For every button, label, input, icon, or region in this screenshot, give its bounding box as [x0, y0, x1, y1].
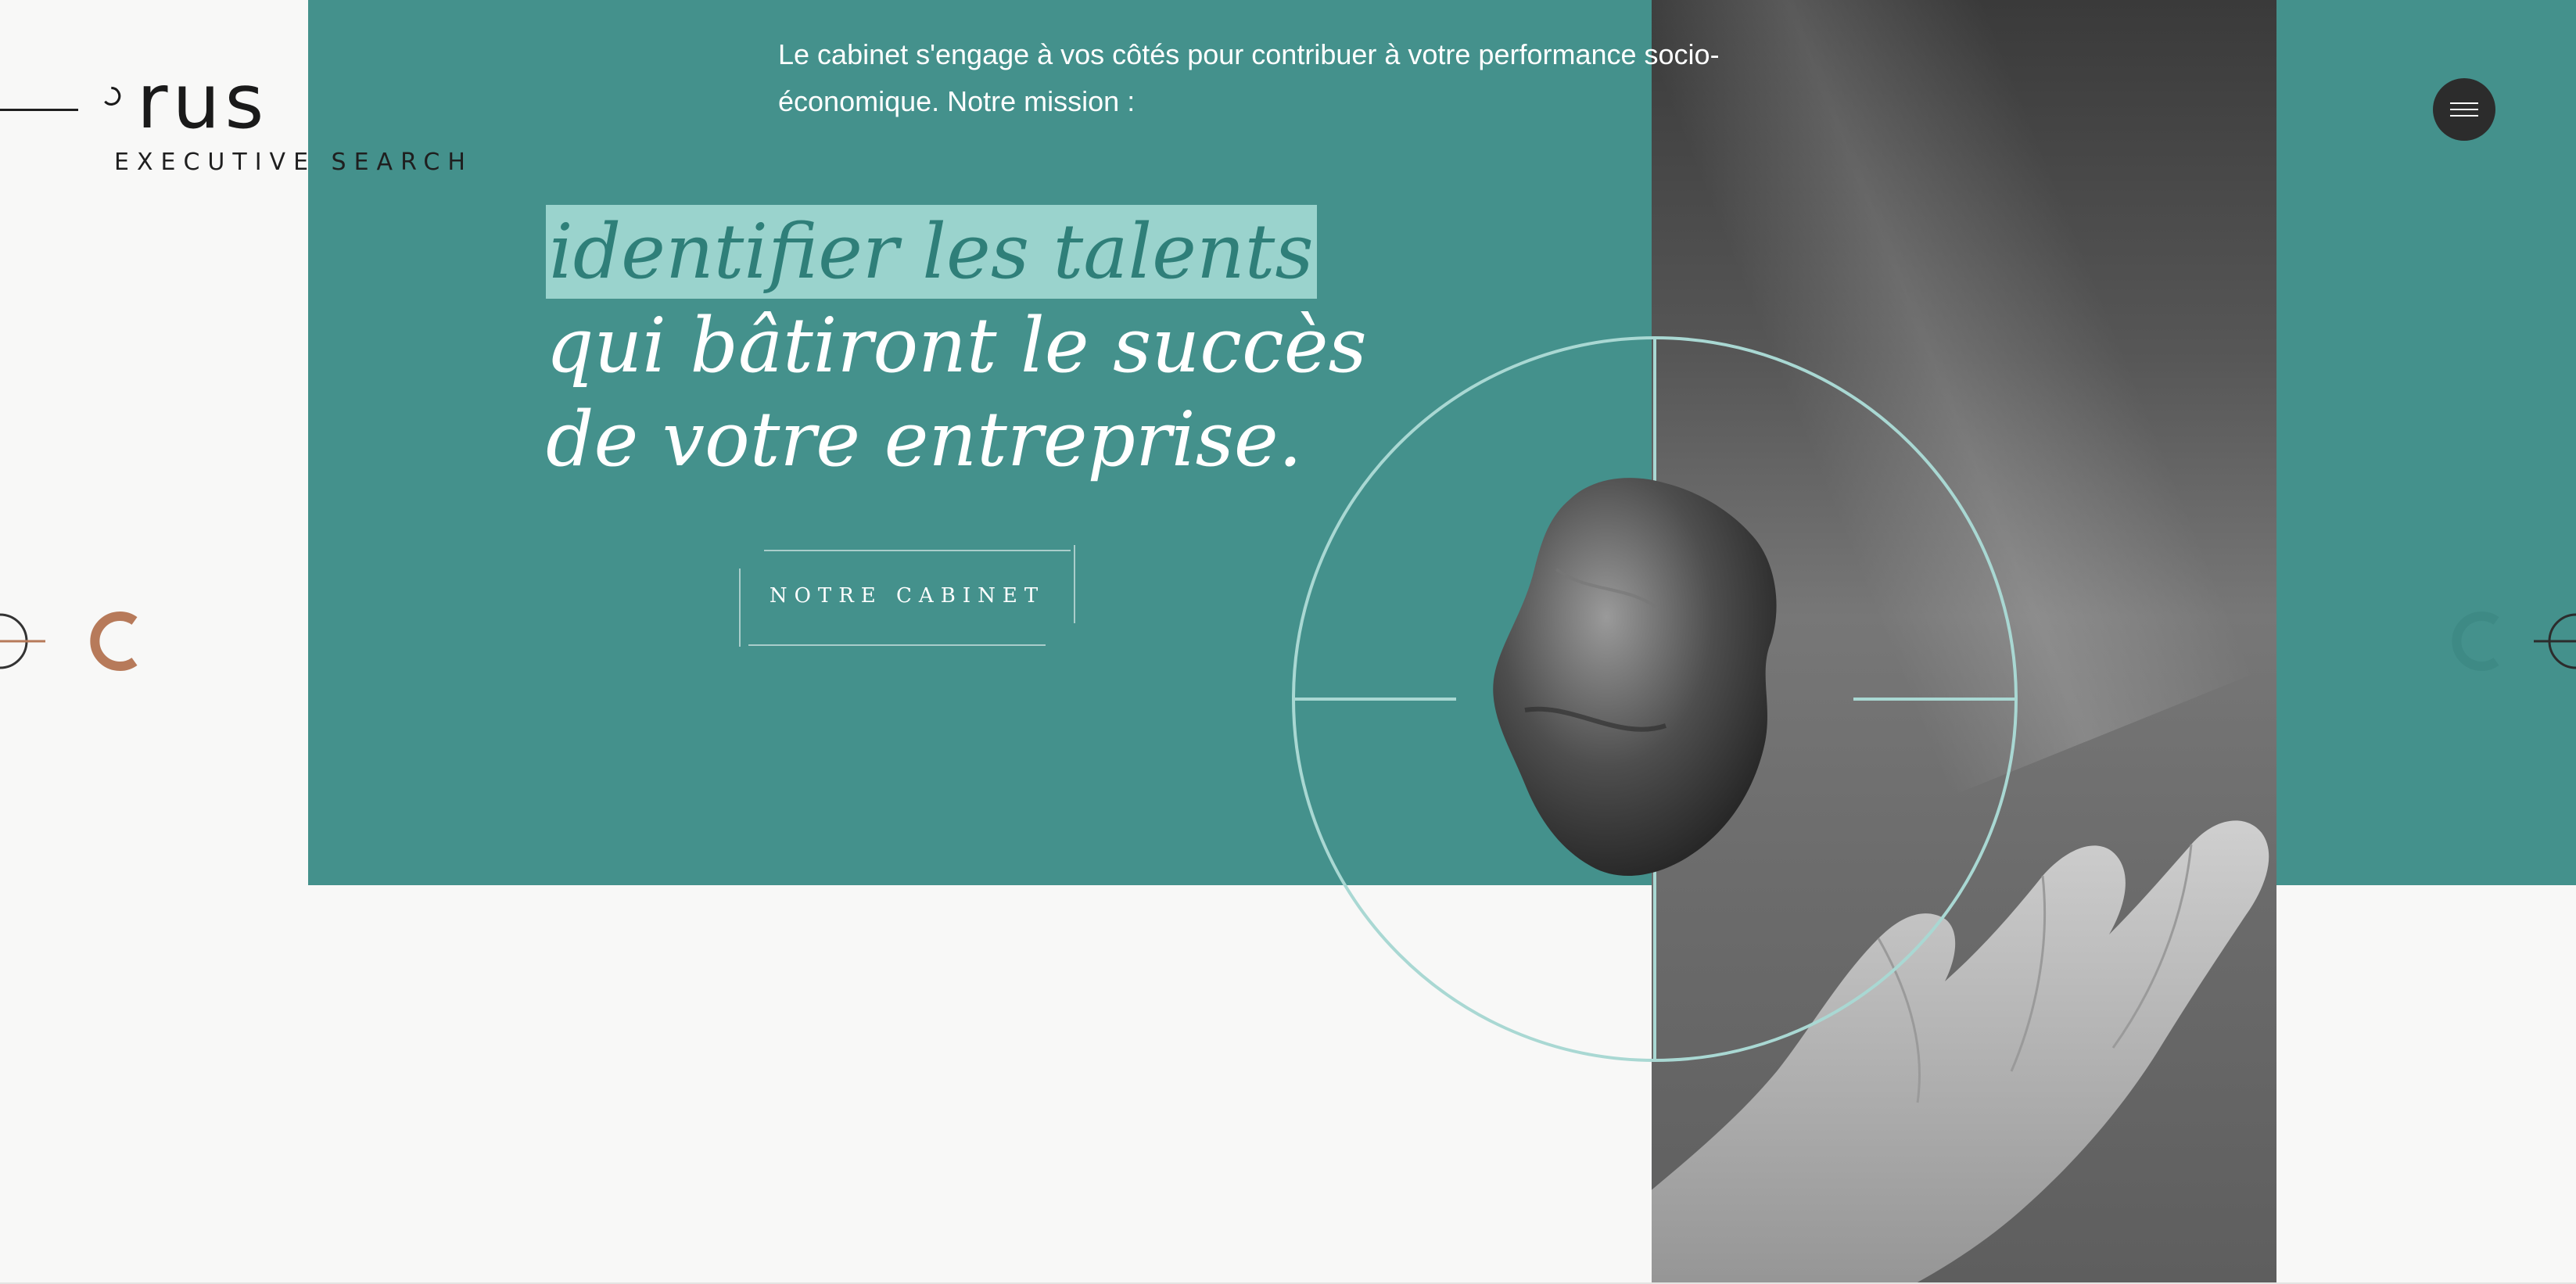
logo-rule: [0, 109, 78, 111]
logo-tagline: EXECUTIVE SEARCH: [114, 149, 473, 176]
prev-arrow-icon: [0, 612, 138, 671]
page: rus EXECUTIVE SEARCH Le cabinet s'engage…: [0, 0, 2576, 1284]
next-arrow-icon: [2452, 612, 2576, 671]
intro-paragraph: Le cabinet s'engage à vos côtés pour con…: [778, 38, 1720, 117]
notre-cabinet-button[interactable]: NOTRE CABINET: [739, 545, 1075, 647]
headline-line-3: de votre entreprise.: [546, 396, 1303, 483]
prev-slide-button[interactable]: [0, 594, 156, 688]
cta-label: NOTRE CABINET: [769, 584, 1046, 608]
menu-button[interactable]: [2433, 78, 2495, 141]
target-circle-graphic: [1292, 336, 2018, 1062]
hero-headline: identifier les talents qui bâtiront le s…: [546, 205, 1367, 486]
next-slide-button[interactable]: [2424, 594, 2576, 688]
headline-highlight: identifier les talents: [546, 205, 1317, 299]
headline-line-2: qui bâtiront le succès: [546, 302, 1367, 389]
logo-wordmark[interactable]: rus: [137, 64, 268, 139]
